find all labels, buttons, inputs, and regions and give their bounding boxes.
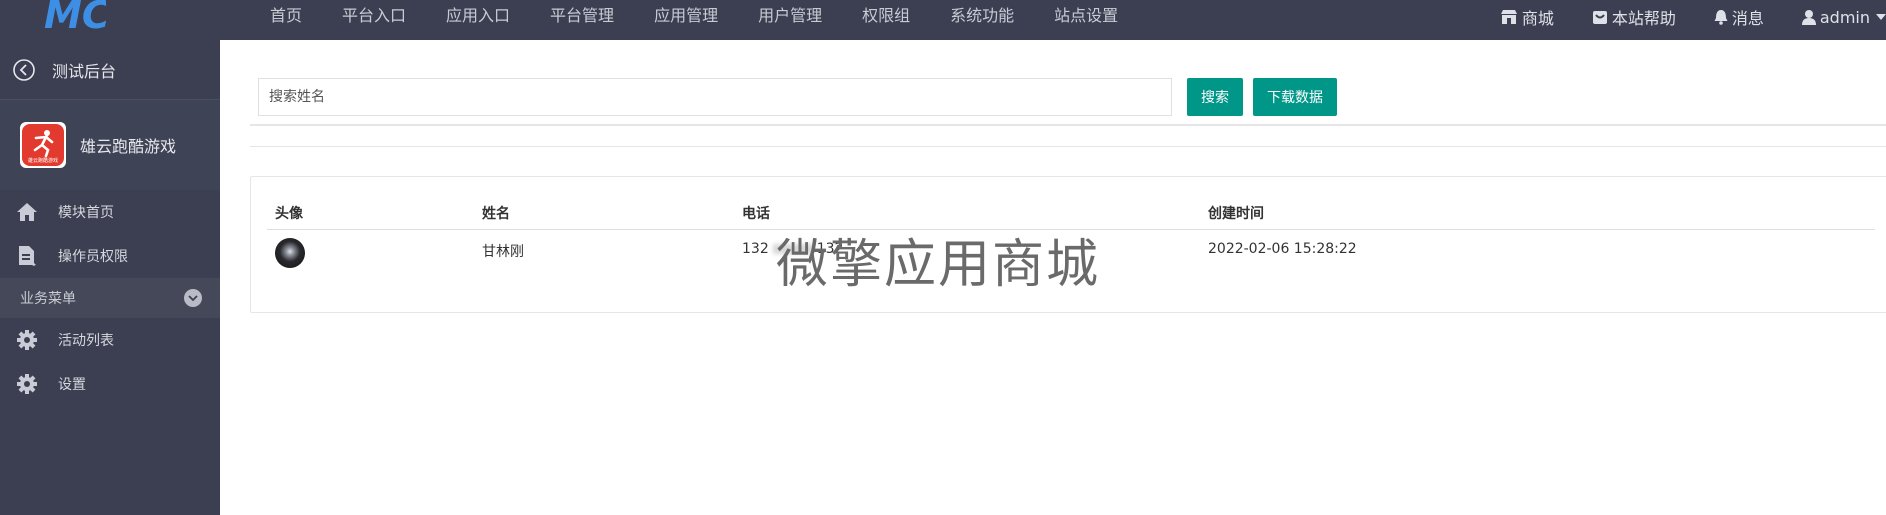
runner-logo-icon: 雄云跑酷游戏: [22, 124, 64, 166]
sidebar-back[interactable]: 测试后台: [0, 40, 220, 100]
user-icon: [1801, 10, 1816, 25]
nav-item-app-manage[interactable]: 应用管理: [634, 0, 738, 34]
messages-link[interactable]: 消息: [1714, 5, 1764, 29]
divider: [250, 146, 1886, 147]
search-button[interactable]: 搜索: [1187, 78, 1243, 116]
phone-end: 132: [816, 241, 844, 257]
nav-item-system[interactable]: 系统功能: [930, 0, 1034, 34]
column-header-name: 姓名: [482, 206, 510, 222]
user-name: admin: [1819, 7, 1870, 27]
search-input[interactable]: [258, 78, 1172, 116]
nav-item-permission-group[interactable]: 权限组: [842, 0, 930, 34]
table-header-divider: [267, 229, 1875, 230]
shop-link[interactable]: 商城: [1500, 5, 1554, 29]
phone-start: 132: [742, 241, 769, 257]
nav-item-app-entry[interactable]: 应用入口: [426, 0, 530, 34]
column-header-avatar: 头像: [275, 206, 303, 222]
column-header-created: 创建时间: [1208, 206, 1264, 222]
sidebar-item-label: 操作员权限: [58, 249, 128, 265]
caret-down-icon: [1876, 14, 1886, 20]
column-header-phone: 电话: [742, 206, 770, 222]
shop-label: 商城: [1521, 9, 1554, 28]
nav-item-platform-entry[interactable]: 平台入口: [322, 0, 426, 34]
store-icon: [1500, 10, 1517, 24]
group-label: 业务菜单: [20, 291, 76, 307]
avatar: [275, 238, 305, 268]
user-menu[interactable]: admin: [1801, 7, 1886, 27]
cell-created-time: 2022-02-06 15:28:22: [1208, 241, 1357, 257]
app-info: 雄云跑酷游戏 雄云跑酷游戏: [0, 100, 220, 190]
phone-redaction: [772, 244, 813, 254]
download-data-button[interactable]: 下载数据: [1253, 78, 1337, 116]
cell-phone: 132 132: [742, 241, 843, 257]
divider: [250, 124, 1886, 126]
document-icon: [19, 246, 36, 266]
back-arrow-icon[interactable]: [12, 58, 36, 82]
svg-text:MC: MC: [44, 0, 106, 32]
bag-icon: [1592, 11, 1607, 24]
main-nav: 首页 平台入口 应用入口 平台管理 应用管理 用户管理 权限组 系统功能 站点设…: [252, 0, 1138, 34]
app-logo: 雄云跑酷游戏: [20, 122, 66, 168]
gear-icon: [17, 330, 37, 350]
bell-icon: [1714, 10, 1728, 25]
sidebar-item-activity-list[interactable]: 活动列表: [0, 318, 220, 362]
sidebar-item-module-home[interactable]: 模块首页: [0, 190, 220, 234]
sidebar: 测试后台 雄云跑酷游戏 雄云跑酷游戏 模块首页 操作员权限 业务菜单 活动列表 …: [0, 40, 220, 515]
top-navbar: MC 首页 平台入口 应用入口 平台管理 应用管理 用户管理 权限组 系统功能 …: [0, 0, 1886, 40]
nav-item-platform-manage[interactable]: 平台管理: [530, 0, 634, 34]
sidebar-item-label: 活动列表: [58, 333, 114, 349]
cell-name: 甘林刚: [482, 244, 524, 260]
help-link[interactable]: 本站帮助: [1592, 5, 1676, 29]
sidebar-item-operator-permission[interactable]: 操作员权限: [0, 234, 220, 278]
business-menu-group[interactable]: 业务菜单: [0, 278, 220, 318]
nav-item-user-manage[interactable]: 用户管理: [738, 0, 842, 34]
app-name: 雄云跑酷游戏: [80, 137, 177, 156]
sidebar-item-label: 模块首页: [58, 205, 114, 221]
nav-item-home[interactable]: 首页: [252, 0, 322, 34]
nav-item-site-settings[interactable]: 站点设置: [1034, 0, 1138, 34]
home-icon: [17, 203, 37, 221]
data-table: 头像 姓名 电话 创建时间 甘林刚 132 132 2022-02-06 15:2…: [250, 176, 1886, 313]
messages-label: 消息: [1731, 9, 1764, 28]
sidebar-item-label: 设置: [58, 377, 86, 393]
sidebar-title: 测试后台: [52, 61, 117, 81]
gear-icon: [17, 374, 37, 394]
chevron-down-icon: [184, 289, 202, 307]
help-label: 本站帮助: [1611, 9, 1676, 28]
right-nav: 商城 本站帮助 消息 admin: [1462, 0, 1886, 34]
sidebar-item-settings[interactable]: 设置: [0, 362, 220, 406]
logo-icon[interactable]: MC: [44, 0, 106, 32]
svg-text:雄云跑酷游戏: 雄云跑酷游戏: [28, 157, 58, 164]
